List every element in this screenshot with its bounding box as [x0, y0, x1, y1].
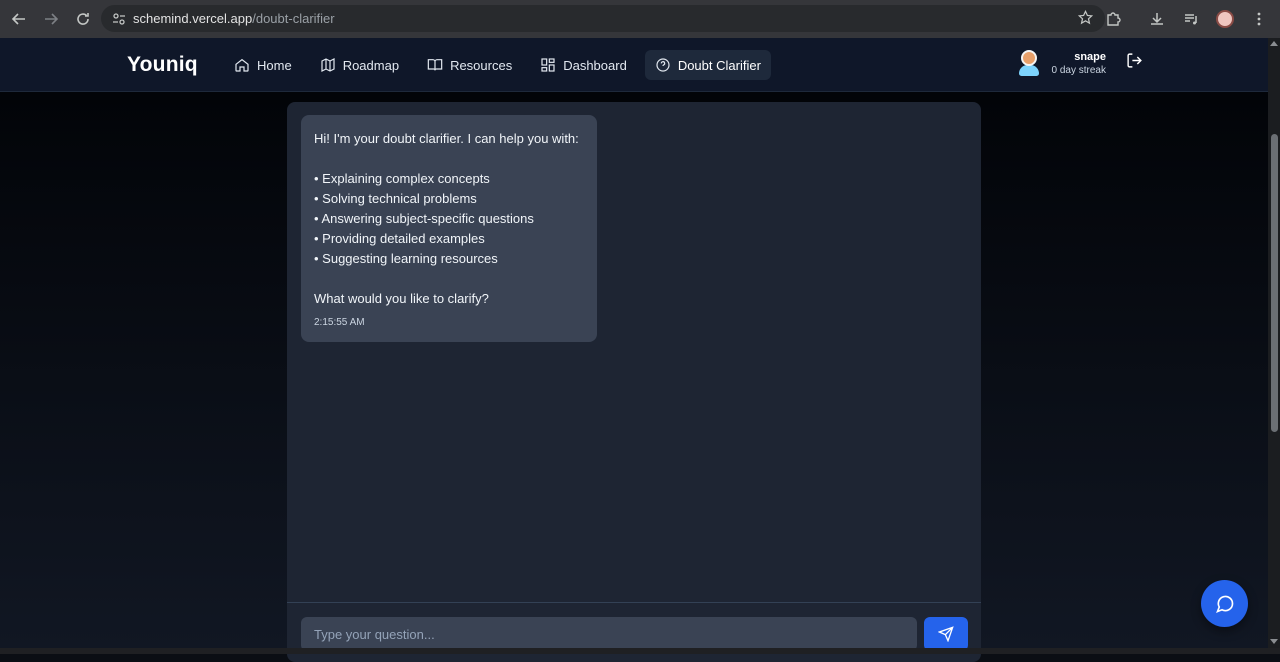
scrollbar-thumb[interactable]	[1271, 134, 1278, 432]
playlist-icon	[1185, 14, 1197, 25]
nav-resources-label: Resources	[450, 57, 513, 73]
media-control-button[interactable]	[1176, 4, 1206, 34]
grid-icon	[541, 58, 555, 72]
message-timestamp: 2:15:55 AM	[314, 317, 365, 328]
message-line	[314, 149, 584, 169]
main-nav: Home Roadmap Resources Dashboard Doubt C…	[224, 50, 771, 80]
book-icon	[427, 59, 443, 71]
address-bar[interactable]: schemind.vercel.app/doubt-clarifier	[101, 5, 1105, 32]
help-circle-icon	[656, 58, 670, 72]
app-logo[interactable]: Youniq	[127, 53, 198, 77]
message-circle-icon	[1215, 595, 1233, 613]
url-text: schemind.vercel.app/doubt-clarifier	[133, 11, 335, 26]
user-box: snape 0 day streak	[1018, 50, 1143, 76]
page-scrollbar[interactable]	[1268, 38, 1280, 648]
back-button[interactable]	[4, 4, 34, 34]
message-line: • Suggesting learning resources	[314, 251, 498, 266]
arrow-left-icon	[11, 13, 25, 25]
os-taskbar-edge	[0, 648, 1280, 654]
kebab-menu-icon	[1257, 12, 1261, 26]
puzzle-icon	[1107, 12, 1121, 26]
question-input[interactable]	[301, 617, 917, 651]
browser-actions	[1098, 4, 1274, 34]
browser-toolbar: schemind.vercel.app/doubt-clarifier	[0, 0, 1280, 38]
nav-dashboard[interactable]: Dashboard	[530, 50, 637, 80]
nav-doubt-clarifier[interactable]: Doubt Clarifier	[644, 50, 771, 80]
message-line: • Explaining complex concepts	[314, 171, 490, 186]
reload-icon	[77, 13, 89, 25]
message-line: • Providing detailed examples	[314, 231, 485, 246]
user-name: snape	[1074, 50, 1106, 63]
chat-fab-button[interactable]	[1201, 580, 1248, 627]
profile-avatar-icon	[1216, 10, 1234, 28]
forward-button[interactable]	[36, 4, 66, 34]
scroll-up-arrow-icon[interactable]	[1270, 41, 1278, 46]
logout-button[interactable]	[1126, 52, 1143, 74]
nav-home-label: Home	[257, 57, 292, 73]
arrow-right-icon	[45, 13, 59, 25]
downloads-button[interactable]	[1142, 4, 1172, 34]
send-button[interactable]	[924, 617, 968, 651]
message-line: • Solving technical problems	[314, 191, 477, 206]
user-streak: 0 day streak	[1051, 64, 1106, 76]
bookmark-star-icon[interactable]	[1077, 9, 1094, 30]
home-icon	[235, 58, 249, 72]
reload-button[interactable]	[68, 4, 98, 34]
browser-menu-button[interactable]	[1244, 4, 1274, 34]
url-host: schemind.vercel.app	[133, 11, 253, 26]
scroll-down-arrow-icon[interactable]	[1270, 639, 1278, 644]
message-line	[314, 269, 584, 289]
avatar-body	[1018, 65, 1039, 76]
extensions-button[interactable]	[1098, 4, 1128, 34]
site-info-icon[interactable]	[105, 12, 133, 26]
map-icon	[321, 58, 335, 72]
user-info: snape 0 day streak	[1052, 51, 1106, 76]
message-line: Hi! I'm your doubt clarifier. I can help…	[314, 131, 579, 146]
send-icon	[938, 626, 954, 642]
profile-button[interactable]	[1210, 4, 1240, 34]
nav-home[interactable]: Home	[224, 50, 302, 80]
app-navbar: Youniq Home Roadmap Resources Dashboard …	[0, 38, 1268, 92]
assistant-message: Hi! I'm your doubt clarifier. I can help…	[301, 115, 597, 342]
chat-panel: Hi! I'm your doubt clarifier. I can help…	[287, 102, 981, 662]
nav-roadmap[interactable]: Roadmap	[310, 50, 409, 80]
url-path: /doubt-clarifier	[252, 11, 335, 26]
nav-dashboard-label: Dashboard	[563, 57, 627, 73]
avatar-head	[1020, 50, 1037, 66]
nav-doubt-clarifier-label: Doubt Clarifier	[677, 57, 761, 73]
download-icon	[1151, 13, 1163, 25]
nav-roadmap-label: Roadmap	[342, 57, 400, 73]
nav-resources[interactable]: Resources	[417, 50, 522, 80]
user-avatar[interactable]	[1018, 50, 1040, 76]
message-line: • Answering subject-specific questions	[314, 211, 534, 226]
message-line: What would you like to clarify?	[314, 291, 489, 306]
logout-icon	[1127, 53, 1142, 68]
